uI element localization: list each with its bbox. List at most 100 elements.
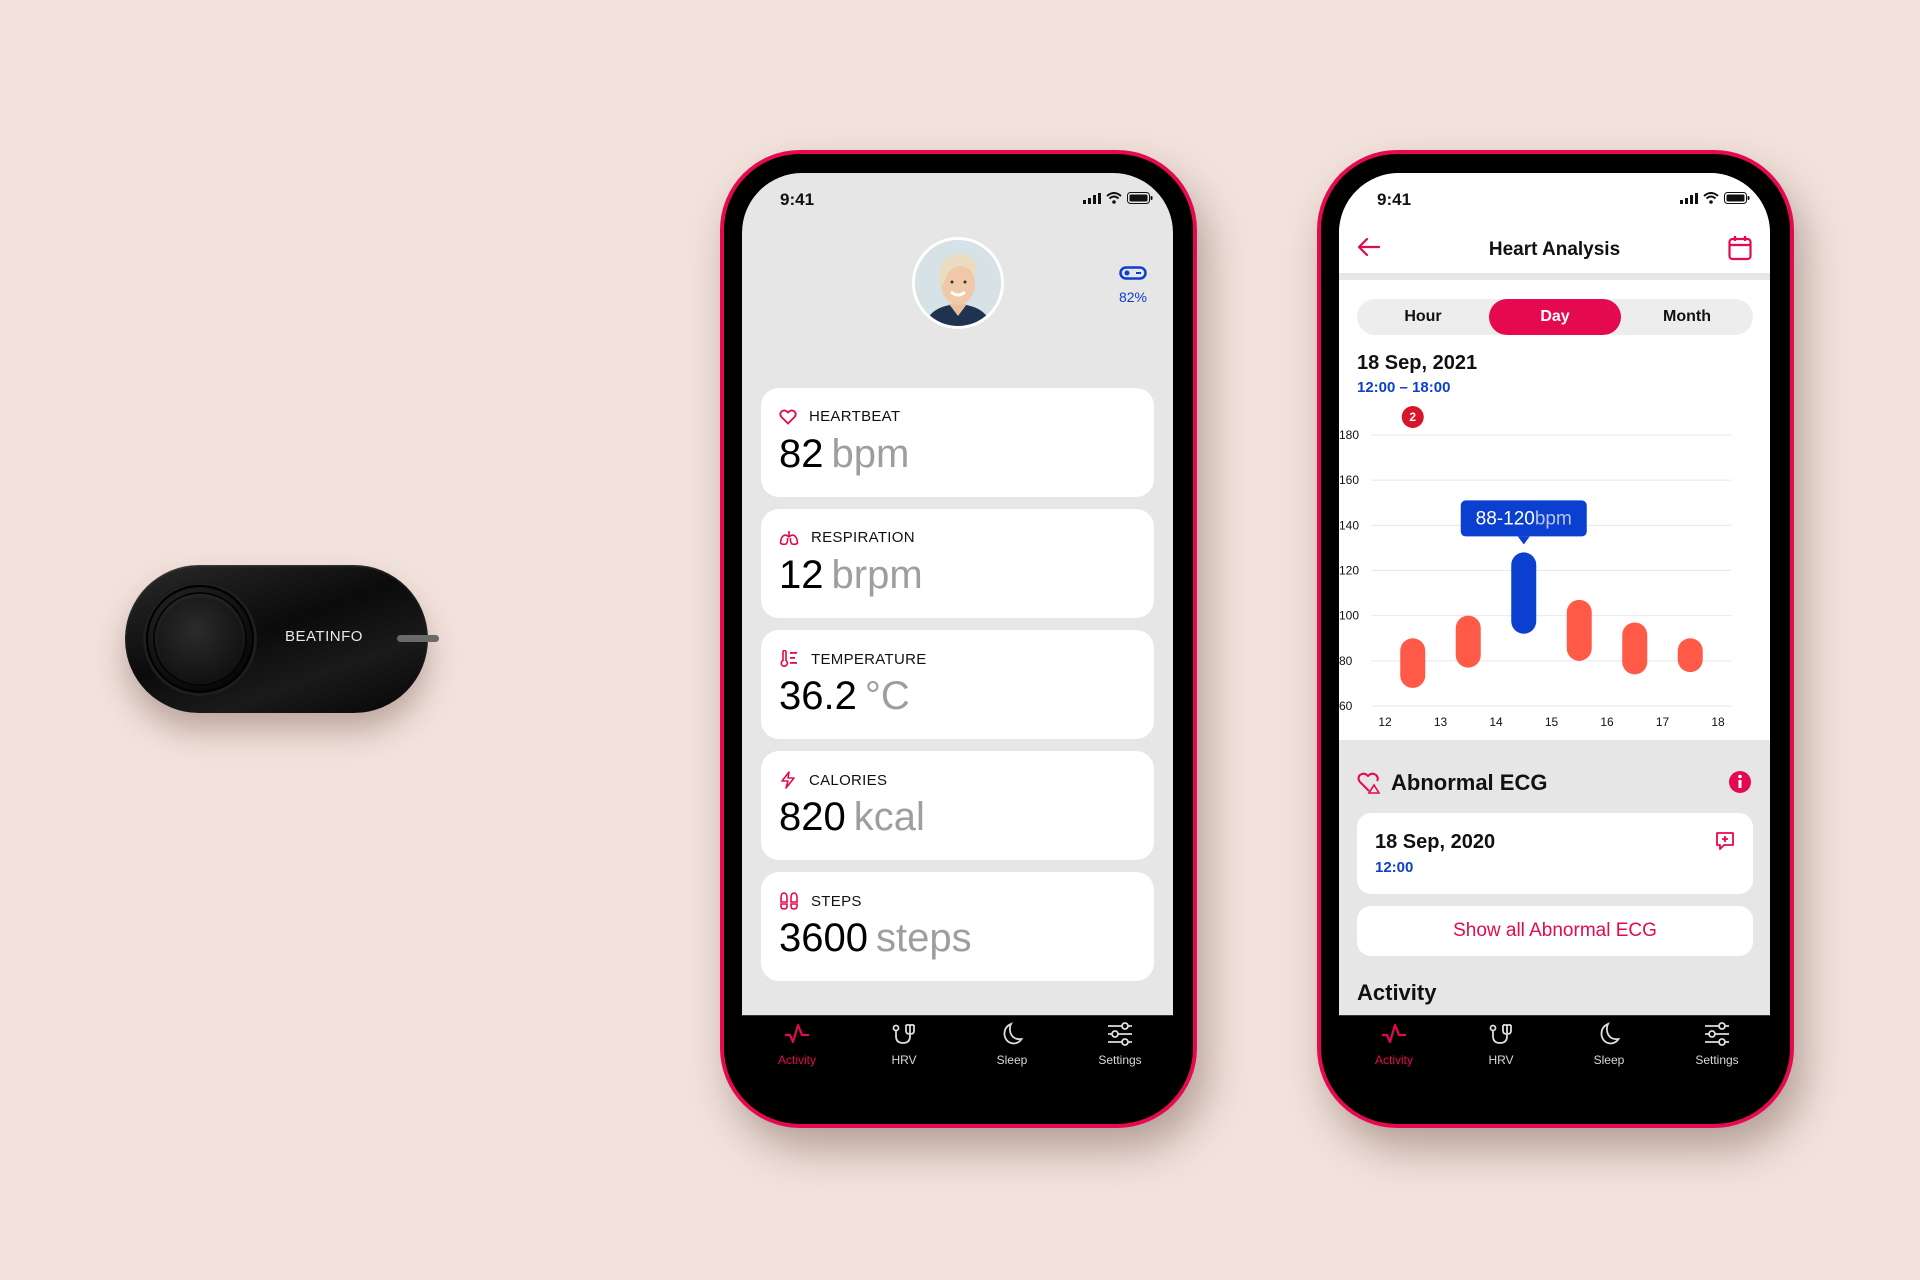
metric-label: HEARTBEAT bbox=[809, 408, 901, 425]
dashboard-screen: 9:41 82% HEARTBEAT 82 bpm RESPIRATION 12… bbox=[742, 173, 1173, 1105]
signal-icon bbox=[1680, 192, 1698, 204]
show-all-abnormal-ecg-button[interactable]: Show all Abnormal ECG bbox=[1357, 906, 1753, 956]
heart-rate-chart: 60 80 100 120 140 160 180 12 13 14 15 16 17 18 88-120… bbox=[1339, 406, 1731, 729]
tab-hrv[interactable]: HRV bbox=[1461, 1022, 1541, 1067]
avatar-photo bbox=[915, 240, 1001, 326]
metric-label: CALORIES bbox=[809, 771, 888, 789]
device-toggle-icon bbox=[1119, 266, 1147, 280]
y-tick-label: 100 bbox=[1339, 609, 1359, 623]
tab-sleep[interactable]: Sleep bbox=[1569, 1022, 1649, 1067]
heart-warning-icon bbox=[1357, 772, 1381, 794]
heart-analysis-screen: 9:41 Heart Analysis Hour Day Month 18 Se… bbox=[1339, 173, 1770, 1105]
ecg-entry-time: 12:00 bbox=[1375, 859, 1414, 876]
ecg-entry-date: 18 Sep, 2020 bbox=[1375, 831, 1496, 853]
metric-value: 36.2 bbox=[779, 674, 857, 718]
period-segmented-control: Hour Day Month bbox=[1357, 299, 1753, 335]
metric-label: STEPS bbox=[811, 892, 862, 910]
sliders-icon bbox=[1705, 1022, 1729, 1046]
thermometer-icon bbox=[780, 650, 797, 668]
abnormal-ecg-title: Abnormal ECG bbox=[1391, 770, 1548, 795]
range-bar[interactable] bbox=[1455, 615, 1481, 668]
device-led-strip bbox=[397, 635, 439, 642]
bolt-icon bbox=[781, 771, 795, 789]
alert-count-badge[interactable]: 2 bbox=[1401, 406, 1424, 428]
metric-unit: steps bbox=[875, 916, 972, 960]
segment-month[interactable]: Month bbox=[1621, 299, 1753, 335]
activity-icon bbox=[785, 1023, 809, 1044]
tab-activity[interactable]: Activity bbox=[1354, 1022, 1434, 1067]
range-bar[interactable] bbox=[1677, 638, 1703, 673]
x-tick-label: 16 bbox=[1600, 715, 1614, 729]
metric-label: RESPIRATION bbox=[811, 529, 915, 546]
metric-card-heartbeat[interactable]: HEARTBEAT 82 bpm bbox=[761, 388, 1154, 497]
x-tick-label: 17 bbox=[1656, 715, 1670, 729]
page-title: Heart Analysis bbox=[1488, 239, 1621, 260]
abnormal-ecg-entry[interactable]: 18 Sep, 2020 12:00 bbox=[1357, 813, 1753, 894]
metric-card-temperature[interactable]: TEMPERATURE 36.2 °C bbox=[761, 630, 1154, 739]
y-tick-label: 160 bbox=[1339, 473, 1359, 487]
y-tick-label: 120 bbox=[1339, 564, 1359, 578]
battery-icon bbox=[1724, 192, 1750, 204]
device-battery-percent: 82% bbox=[1118, 289, 1148, 305]
wifi-icon bbox=[1106, 192, 1122, 204]
phone-dashboard: 9:41 82% HEARTBEAT 82 bpm RESPIRATION 12… bbox=[720, 150, 1197, 1128]
sliders-icon bbox=[1108, 1022, 1132, 1046]
tab-settings[interactable]: Settings bbox=[1080, 1022, 1160, 1067]
tab-sleep[interactable]: Sleep bbox=[972, 1022, 1052, 1067]
segment-hour[interactable]: Hour bbox=[1357, 299, 1489, 335]
phone-heart-analysis: 9:41 Heart Analysis Hour Day Month 18 Se… bbox=[1317, 150, 1794, 1128]
tab-settings[interactable]: Settings bbox=[1677, 1022, 1757, 1067]
segment-day[interactable]: Day bbox=[1489, 299, 1621, 335]
metric-value: 82 bbox=[779, 432, 824, 476]
badge-count: 2 bbox=[1409, 410, 1416, 424]
metric-card-respiration[interactable]: RESPIRATION 12 brpm bbox=[761, 509, 1154, 618]
selected-range-bar[interactable] bbox=[1511, 552, 1537, 634]
add-note-icon[interactable] bbox=[1715, 831, 1735, 851]
activity-icon bbox=[1382, 1023, 1406, 1044]
device-connection-status[interactable]: 82% bbox=[1113, 266, 1153, 305]
x-tick-label: 14 bbox=[1489, 715, 1503, 729]
stethoscope-icon bbox=[1489, 1024, 1512, 1044]
tab-activity[interactable]: Activity bbox=[757, 1022, 837, 1067]
x-tick-label: 12 bbox=[1378, 715, 1392, 729]
status-bar: 9:41 bbox=[742, 173, 1173, 223]
y-tick-label: 140 bbox=[1339, 518, 1359, 532]
metric-unit: °C bbox=[864, 674, 910, 718]
tooltip-pointer bbox=[1517, 536, 1530, 545]
calendar-icon[interactable] bbox=[1728, 235, 1752, 261]
x-tick-label: 18 bbox=[1711, 715, 1725, 729]
navigation-bar: 9:41 Heart Analysis bbox=[1339, 173, 1770, 273]
signal-icon bbox=[1083, 192, 1101, 204]
tab-hrv[interactable]: HRV bbox=[864, 1022, 944, 1067]
info-icon[interactable] bbox=[1728, 770, 1752, 794]
moon-icon bbox=[1003, 1022, 1024, 1045]
tab-bar: Activity HRV Sleep Settings bbox=[1339, 1015, 1770, 1105]
device-brand-logo: BEATINFO bbox=[285, 628, 363, 645]
stethoscope-icon bbox=[892, 1024, 915, 1044]
metric-card-calories[interactable]: CALORIES 820 kcal bbox=[761, 751, 1154, 860]
metric-unit: bpm bbox=[831, 432, 910, 476]
tooltip-text: 88-120bpm bbox=[1476, 508, 1572, 529]
heart-chart-panel: Hour Day Month 18 Sep, 2021 12:00 – 18:0… bbox=[1339, 280, 1770, 740]
range-bar[interactable] bbox=[1566, 599, 1592, 661]
chart-tooltip: 88-120bpm bbox=[1460, 500, 1587, 545]
battery-icon bbox=[1127, 192, 1153, 204]
range-bar[interactable] bbox=[1400, 638, 1426, 688]
heart-icon bbox=[779, 409, 797, 425]
tooltip-value: 88-120 bbox=[1476, 508, 1535, 529]
y-tick-label: 180 bbox=[1339, 428, 1359, 442]
metric-value: 3600 bbox=[779, 916, 868, 960]
range-bar[interactable] bbox=[1622, 622, 1648, 675]
metric-card-steps[interactable]: STEPS 3600 steps bbox=[761, 872, 1154, 981]
y-tick-label: 60 bbox=[1339, 699, 1353, 713]
x-tick-label: 15 bbox=[1545, 715, 1559, 729]
user-avatar[interactable] bbox=[912, 237, 1004, 329]
metric-unit: kcal bbox=[853, 795, 925, 839]
wifi-icon bbox=[1703, 192, 1719, 204]
footprints-icon bbox=[780, 892, 798, 910]
tab-bar: Activity HRV Sleep Settings bbox=[742, 1015, 1173, 1105]
activity-section-title: Activity bbox=[1357, 980, 1437, 1005]
metric-label: TEMPERATURE bbox=[811, 650, 927, 668]
x-tick-label: 13 bbox=[1434, 715, 1448, 729]
chart-date: 18 Sep, 2021 bbox=[1357, 352, 1478, 374]
